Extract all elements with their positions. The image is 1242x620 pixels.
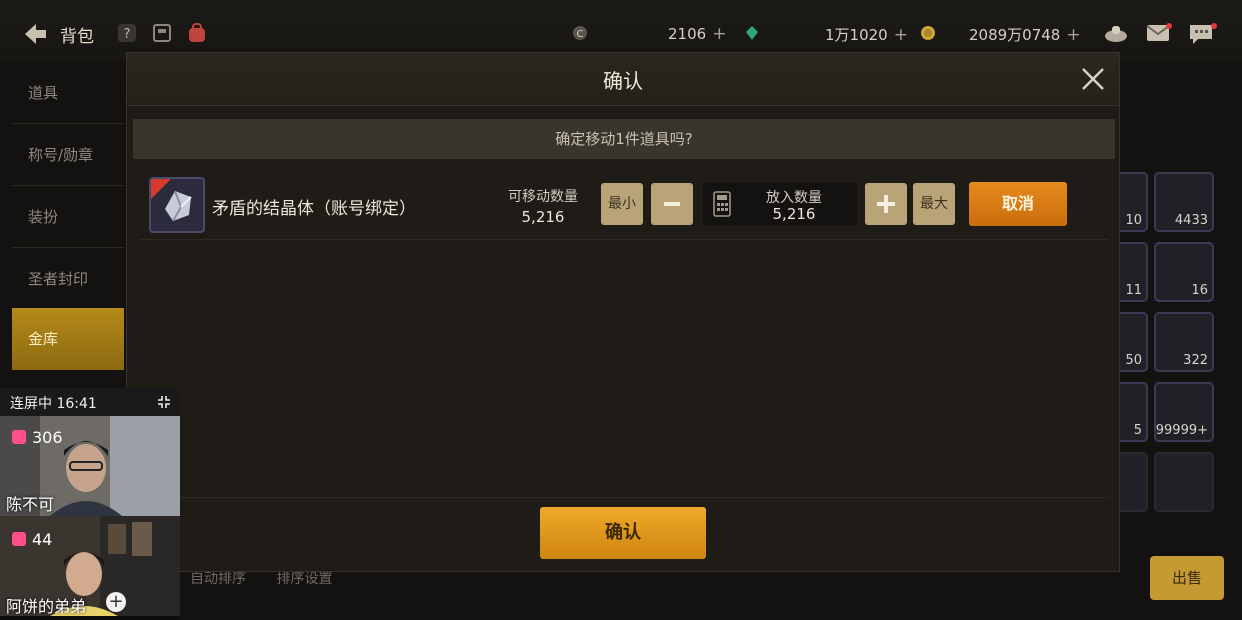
confirm-question: 确定移动1件道具吗?: [133, 119, 1115, 159]
minus-icon: [664, 202, 680, 206]
currency-1[interactable]: 2106 +: [668, 24, 726, 44]
nav-item-outfit[interactable]: 装扮: [12, 186, 124, 248]
movable-quantity: 可移动数量 5,216: [491, 186, 595, 226]
chat-icon[interactable]: [1188, 22, 1218, 46]
left-nav: 道具 称号/勋章 装扮 圣者封印 金库: [0, 62, 126, 392]
nav-item-items[interactable]: 道具: [12, 62, 124, 124]
inventory-slot[interactable]: [1154, 452, 1214, 512]
bag-shop-icon[interactable]: [186, 22, 208, 44]
inventory-slot[interactable]: 16: [1154, 242, 1214, 302]
svg-text:C: C: [577, 29, 584, 40]
quantity-value[interactable]: 5,216: [739, 205, 849, 223]
quantity-input[interactable]: 放入数量 5,216: [703, 183, 857, 225]
green-gem-icon: [746, 26, 758, 40]
back-arrow-icon[interactable]: [22, 22, 48, 46]
movable-value: 5,216: [521, 208, 565, 226]
item-icon: [149, 177, 205, 233]
calculator-icon[interactable]: [713, 191, 731, 217]
inventory-slot[interactable]: 99999+: [1154, 382, 1214, 442]
gold-coin-c-icon: C: [573, 26, 587, 40]
divider: [139, 239, 1109, 240]
nav-item-vault[interactable]: 金库: [12, 308, 124, 370]
dialog-title: 确认: [603, 69, 643, 93]
heart-icon: [12, 532, 26, 546]
storage-icon[interactable]: [151, 22, 173, 44]
likes-count: 44: [12, 530, 52, 549]
page-title: 背包: [60, 27, 94, 47]
likes-count: 306: [12, 428, 63, 447]
nav-item-seal[interactable]: 圣者封印: [12, 248, 124, 310]
divider: [139, 497, 1109, 498]
auto-sort-button[interactable]: 自动排序: [190, 571, 246, 587]
streamer-name: 阿饼的弟弟: [6, 597, 87, 616]
quantity-label: 放入数量: [766, 190, 822, 206]
overlay-title: 连屏中 16:41: [10, 396, 97, 412]
stream-overlay: 连屏中 16:41 306 陈不可 44 阿饼的弟弟: [0, 388, 180, 620]
sort-settings-button[interactable]: 排序设置: [276, 571, 332, 587]
inventory-slot[interactable]: 322: [1154, 312, 1214, 372]
confirm-button[interactable]: 确认: [540, 507, 706, 559]
mail-icon[interactable]: [1145, 22, 1173, 44]
heart-icon: [12, 430, 26, 444]
max-button[interactable]: 最大: [913, 183, 955, 225]
dialog-header: 确认: [127, 53, 1119, 106]
help-icon[interactable]: ?: [116, 22, 138, 44]
currency-3[interactable]: 2089万0748 +: [969, 24, 1081, 45]
inventory-slot[interactable]: 4433: [1154, 172, 1214, 232]
close-icon[interactable]: [1079, 65, 1107, 93]
minus-button[interactable]: [651, 183, 693, 225]
confirm-dialog: 确认 确定移动1件道具吗? 矛盾的结晶体（账号绑定） 可移动数量 5,216 最…: [126, 52, 1120, 572]
movable-label: 可移动数量: [508, 189, 578, 205]
cancel-button[interactable]: 取消: [969, 182, 1067, 226]
overlay-header: 连屏中 16:41: [0, 388, 180, 416]
follow-add-button[interactable]: +: [106, 592, 126, 612]
cake-event-icon[interactable]: [1103, 22, 1129, 44]
sell-button[interactable]: 出售: [1150, 556, 1224, 600]
svg-text:?: ?: [124, 27, 131, 42]
min-button[interactable]: 最小: [601, 183, 643, 225]
gold-coin-icon: [921, 26, 935, 40]
currency-2[interactable]: 1万1020 +: [825, 24, 908, 45]
crystal-icon: [151, 179, 203, 231]
item-name: 矛盾的结晶体（账号绑定）: [212, 199, 416, 219]
nav-item-titles[interactable]: 称号/勋章: [12, 124, 124, 186]
streamer-name: 陈不可: [6, 495, 55, 514]
collapse-icon[interactable]: [156, 394, 172, 410]
plus-button[interactable]: [865, 183, 907, 225]
